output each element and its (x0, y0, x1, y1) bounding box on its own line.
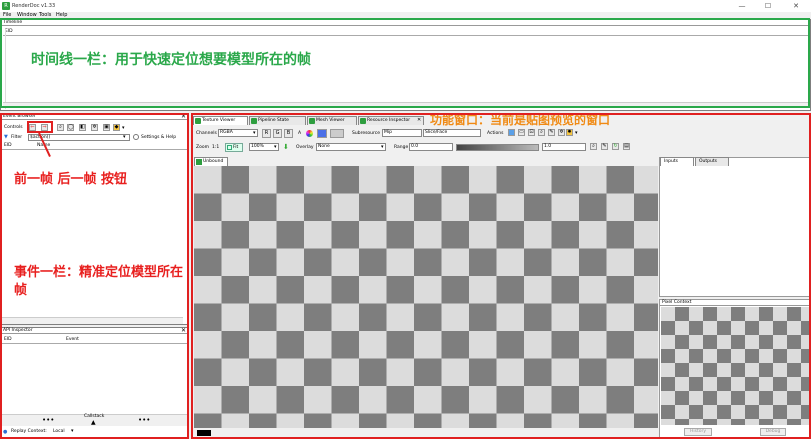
feature-window-highlight-box (191, 113, 811, 439)
app-logo-icon: R (2, 2, 10, 10)
timeline-annotation: 时间线一栏：用于快速定位想要模型所在的帧 (31, 52, 311, 68)
close-button[interactable]: ✕ (784, 1, 808, 11)
minimize-button[interactable]: — (730, 1, 754, 11)
title-bar: R RenderDoc v1.33 — ☐ ✕ (0, 0, 811, 12)
window-title: RenderDoc v1.33 (12, 3, 56, 9)
left-column-highlight-box (0, 113, 189, 439)
maximize-button[interactable]: ☐ (756, 1, 780, 11)
